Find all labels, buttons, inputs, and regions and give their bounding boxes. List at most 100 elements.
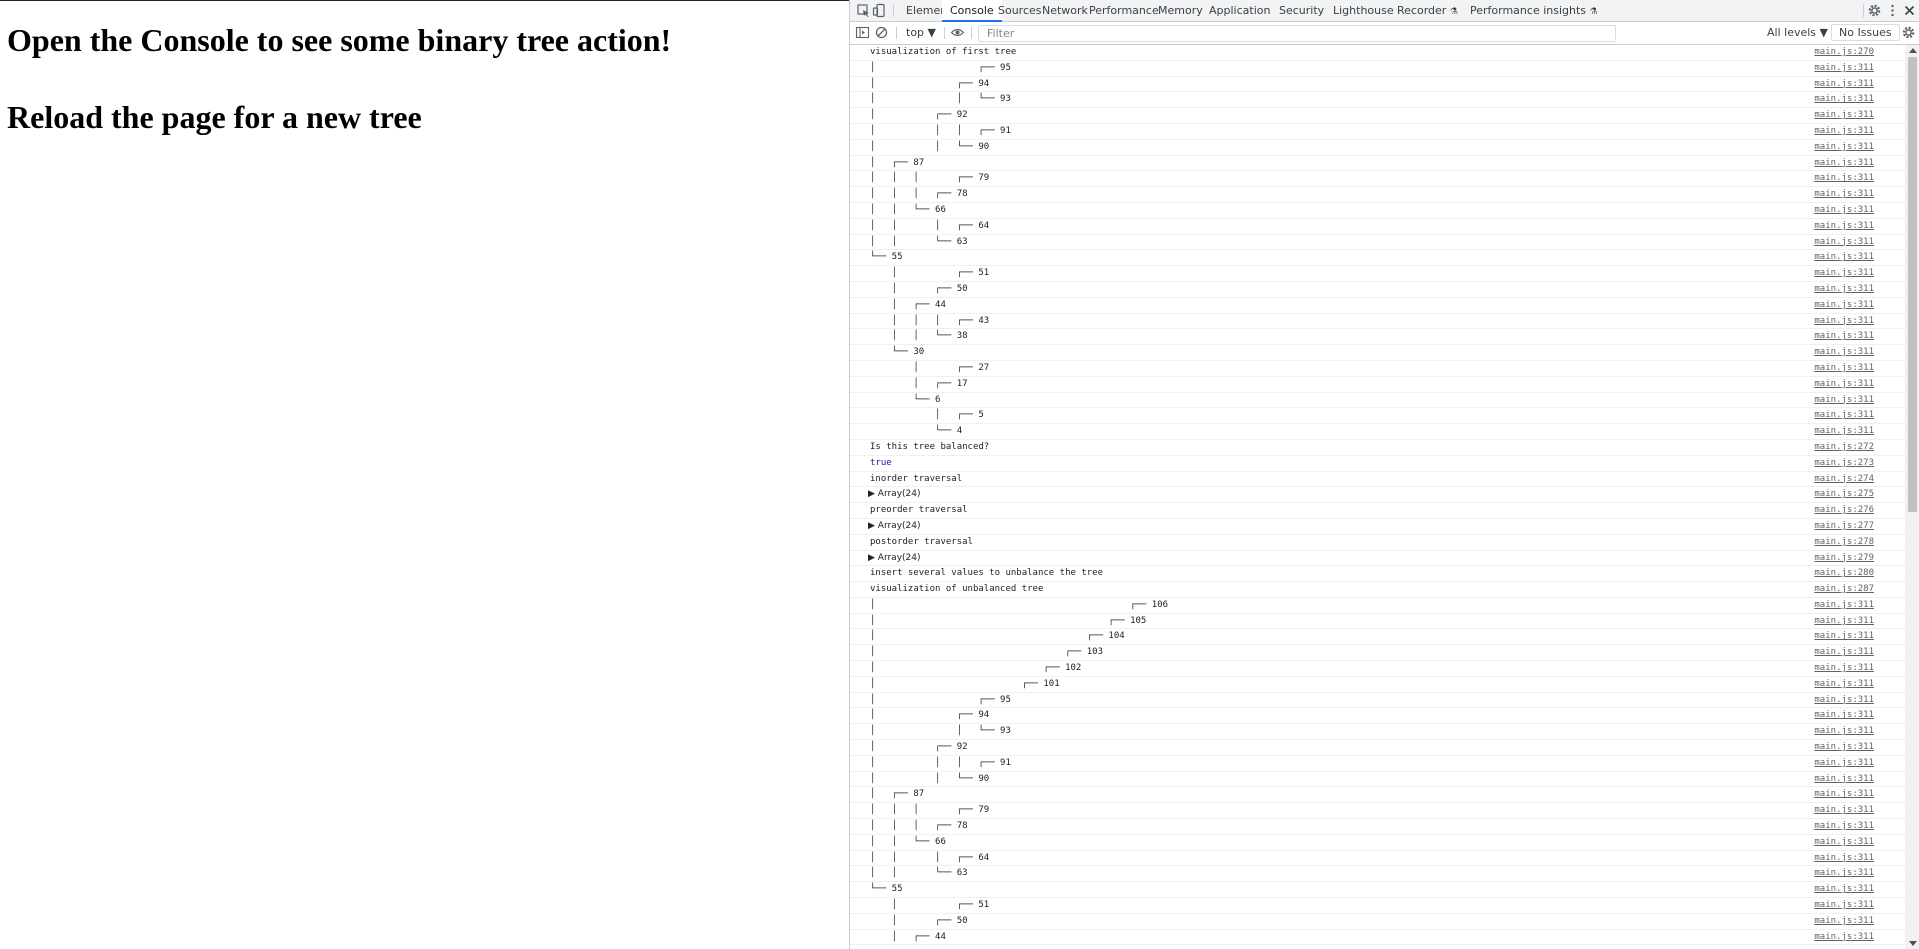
- scroll-up-arrow-icon[interactable]: [1909, 48, 1917, 53]
- source-link[interactable]: main.js:311: [1814, 898, 1874, 913]
- clear-console-icon[interactable]: [874, 25, 889, 40]
- console-message-row: │ │ │ ┌── 78 main.js:311: [850, 187, 1905, 203]
- source-link[interactable]: main.js:311: [1814, 61, 1874, 76]
- source-link[interactable]: main.js:311: [1814, 614, 1874, 629]
- source-link[interactable]: main.js:311: [1814, 677, 1874, 692]
- tab-application[interactable]: Application: [1201, 0, 1278, 21]
- source-link[interactable]: main.js:275: [1814, 487, 1874, 502]
- source-link[interactable]: main.js:270: [1814, 45, 1874, 60]
- source-link[interactable]: main.js:311: [1814, 866, 1874, 881]
- console-message-row: │ ┌── 5 main.js:311: [850, 408, 1905, 425]
- console-message-row: inorder traversal main.js:274: [850, 472, 1905, 488]
- console-message-row: └── 6 main.js:311: [850, 393, 1905, 409]
- source-link[interactable]: main.js:311: [1814, 235, 1874, 250]
- console-message-row: │ ┌── 87 main.js:311: [850, 787, 1905, 804]
- source-link[interactable]: main.js:311: [1814, 756, 1874, 771]
- scrollbar-thumb[interactable]: [1908, 57, 1917, 512]
- console-message-row: │ │ │ ┌── 43 main.js:311: [850, 314, 1905, 330]
- experiment-flask-icon: ⚗: [1449, 7, 1458, 17]
- expandable-array-log[interactable]: ▶ Array(24): [868, 487, 921, 502]
- toolbar-divider: [896, 27, 897, 39]
- source-link[interactable]: main.js:311: [1814, 156, 1874, 171]
- source-link[interactable]: main.js:311: [1814, 92, 1874, 107]
- source-link[interactable]: main.js:277: [1814, 519, 1874, 534]
- source-link[interactable]: main.js:311: [1814, 361, 1874, 376]
- source-link[interactable]: main.js:311: [1814, 345, 1874, 360]
- more-options-icon[interactable]: [1885, 3, 1900, 18]
- source-link[interactable]: main.js:311: [1814, 693, 1874, 708]
- source-link[interactable]: main.js:311: [1814, 329, 1874, 344]
- source-link[interactable]: main.js:274: [1814, 472, 1874, 487]
- console-message-text: │ ┌── 92: [870, 110, 968, 121]
- source-link[interactable]: main.js:311: [1814, 661, 1874, 676]
- source-link[interactable]: main.js:311: [1814, 377, 1874, 392]
- source-link[interactable]: main.js:311: [1814, 108, 1874, 123]
- source-link[interactable]: main.js:311: [1814, 724, 1874, 739]
- console-message-text: │ ┌── 27: [870, 362, 990, 373]
- live-expression-eye-icon[interactable]: [950, 25, 965, 40]
- source-link[interactable]: main.js:279: [1814, 551, 1874, 566]
- source-link[interactable]: main.js:311: [1814, 930, 1874, 945]
- source-link[interactable]: main.js:311: [1814, 314, 1874, 329]
- source-link[interactable]: main.js:311: [1814, 282, 1874, 297]
- source-link[interactable]: main.js:311: [1814, 598, 1874, 613]
- console-settings-gear-icon[interactable]: [1901, 25, 1916, 40]
- source-link[interactable]: main.js:311: [1814, 424, 1874, 439]
- console-filter-input[interactable]: Filter: [978, 25, 1616, 42]
- tab-recorder[interactable]: Recorder ⚗: [1389, 0, 1466, 21]
- source-link[interactable]: main.js:311: [1814, 772, 1874, 787]
- source-link[interactable]: main.js:311: [1814, 645, 1874, 660]
- close-devtools-icon[interactable]: [1902, 3, 1917, 18]
- source-link[interactable]: main.js:311: [1814, 203, 1874, 218]
- source-link[interactable]: main.js:287: [1814, 582, 1874, 597]
- source-link[interactable]: main.js:311: [1814, 393, 1874, 408]
- tab-security[interactable]: Security: [1271, 0, 1332, 21]
- source-link[interactable]: main.js:311: [1814, 819, 1874, 834]
- console-message-row: │ │ └── 66 main.js:311: [850, 203, 1905, 219]
- source-link[interactable]: main.js:311: [1814, 914, 1874, 929]
- show-sidebar-icon[interactable]: [855, 25, 870, 40]
- console-message-text: visualization of unbalanced tree: [870, 584, 1044, 595]
- source-link[interactable]: main.js:278: [1814, 535, 1874, 550]
- console-message-row: │ ┌── 51 main.js:311: [850, 898, 1905, 914]
- source-link[interactable]: main.js:311: [1814, 408, 1874, 423]
- source-link[interactable]: main.js:311: [1814, 803, 1874, 818]
- source-link[interactable]: main.js:276: [1814, 503, 1874, 518]
- devtools-tabbar: Elements Console Sources Network Perform…: [850, 0, 1919, 22]
- inspect-element-icon[interactable]: [856, 3, 871, 18]
- log-levels-dropdown[interactable]: All levels ▼: [1767, 25, 1828, 40]
- source-link[interactable]: main.js:272: [1814, 440, 1874, 455]
- expandable-array-log[interactable]: ▶ Array(24): [868, 551, 921, 566]
- tabbar-divider: [893, 4, 894, 17]
- console-message-row: │ ┌── 94 main.js:311: [850, 708, 1905, 725]
- device-toolbar-icon[interactable]: [872, 3, 887, 18]
- source-link[interactable]: main.js:311: [1814, 787, 1874, 802]
- expandable-array-log[interactable]: ▶ Array(24): [868, 519, 921, 534]
- context-selector[interactable]: top ▼: [906, 25, 936, 40]
- source-link[interactable]: main.js:311: [1814, 77, 1874, 92]
- source-link[interactable]: main.js:311: [1814, 835, 1874, 850]
- console-message-text: │ ┌── 87: [870, 789, 925, 800]
- source-link[interactable]: main.js:311: [1814, 187, 1874, 202]
- source-link[interactable]: main.js:311: [1814, 171, 1874, 186]
- source-link[interactable]: main.js:311: [1814, 140, 1874, 155]
- source-link[interactable]: main.js:311: [1814, 851, 1874, 866]
- console-message-row: │ │ └── 90 main.js:311: [850, 140, 1905, 156]
- console-message-row: │ ┌── 50 main.js:311: [850, 282, 1905, 298]
- source-link[interactable]: main.js:311: [1814, 882, 1874, 897]
- source-link[interactable]: main.js:273: [1814, 456, 1874, 471]
- source-link[interactable]: main.js:280: [1814, 566, 1874, 581]
- console-scrollbar[interactable]: [1905, 45, 1919, 949]
- source-link[interactable]: main.js:311: [1814, 124, 1874, 139]
- source-link[interactable]: main.js:311: [1814, 219, 1874, 234]
- source-link[interactable]: main.js:311: [1814, 740, 1874, 755]
- scroll-down-arrow-icon[interactable]: [1909, 941, 1917, 946]
- source-link[interactable]: main.js:311: [1814, 266, 1874, 281]
- issues-badge[interactable]: No Issues: [1831, 24, 1900, 41]
- tab-performance-insights[interactable]: Performance insights ⚗: [1462, 0, 1606, 21]
- source-link[interactable]: main.js:311: [1814, 298, 1874, 313]
- source-link[interactable]: main.js:311: [1814, 250, 1874, 265]
- source-link[interactable]: main.js:311: [1814, 629, 1874, 644]
- source-link[interactable]: main.js:311: [1814, 708, 1874, 723]
- settings-gear-icon[interactable]: [1867, 3, 1882, 18]
